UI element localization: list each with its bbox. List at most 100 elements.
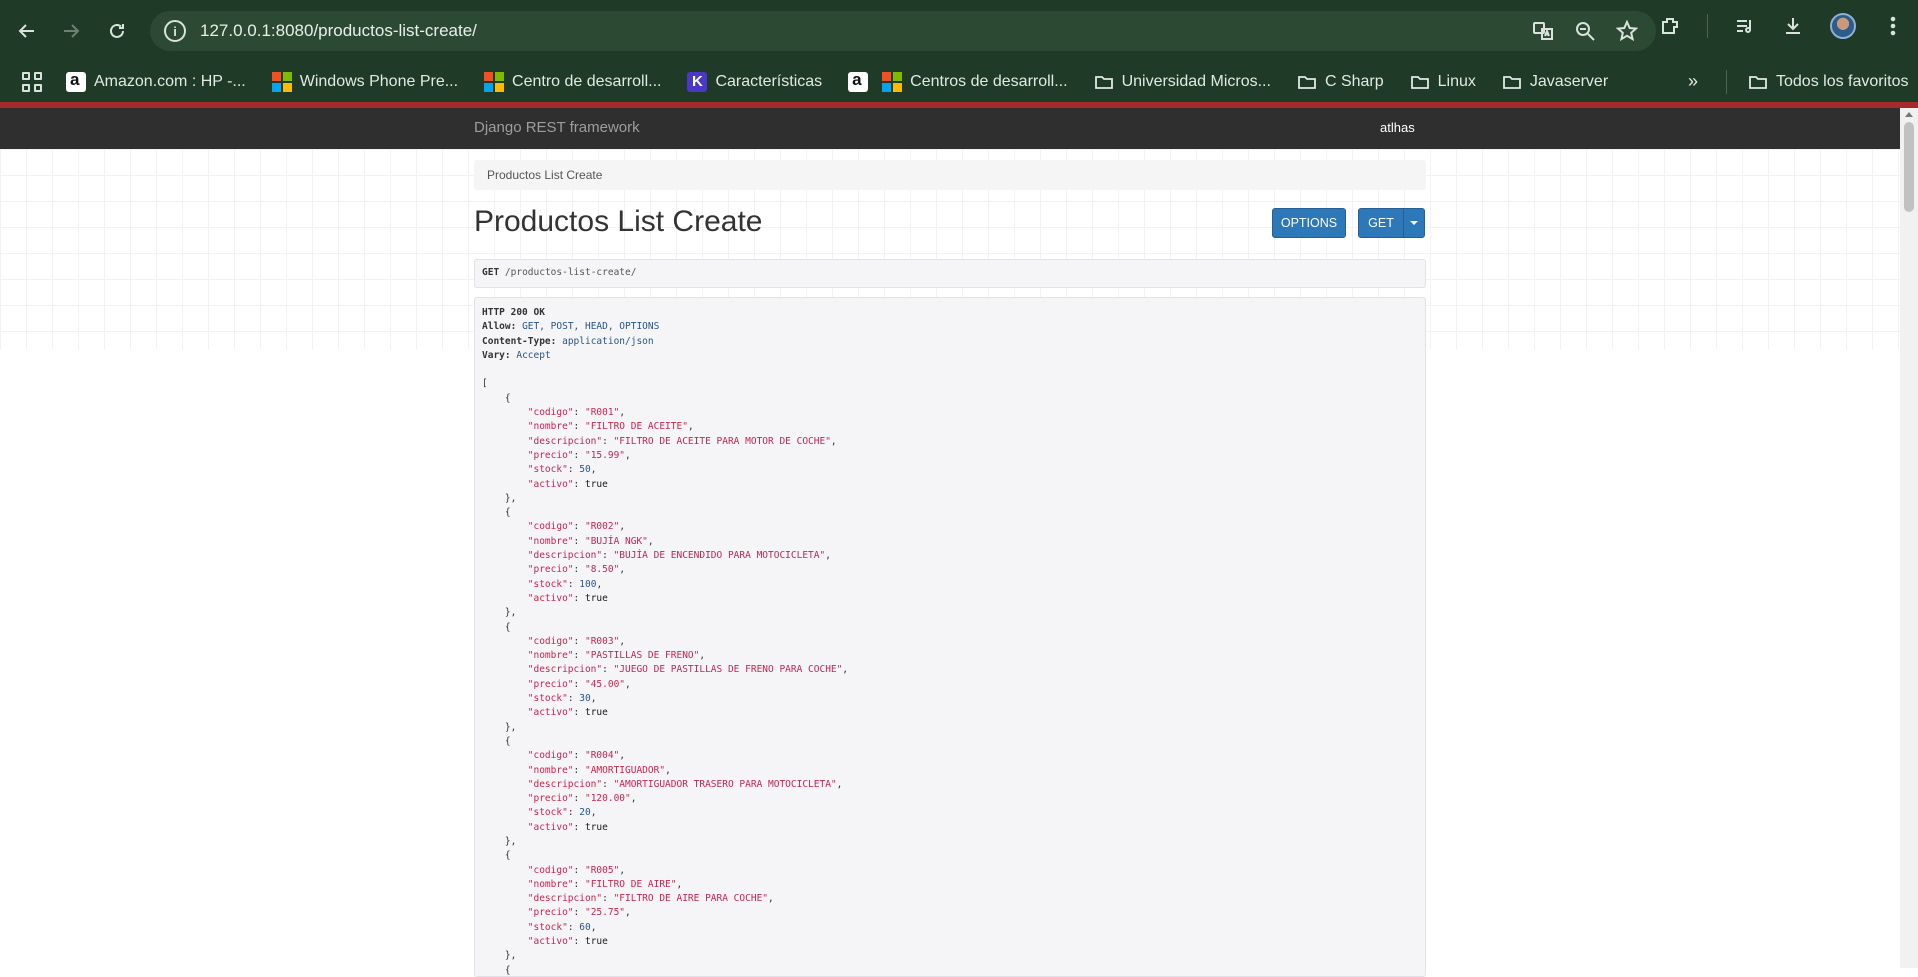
back-button[interactable] (9, 13, 45, 49)
extensions-icon[interactable] (1659, 15, 1681, 37)
json-field-stock: "stock": 20, (527, 807, 597, 819)
bookmark-amazon[interactable] (848, 70, 869, 92)
json-field-precio: "precio": "15.99", (527, 449, 631, 461)
json-field-precio: "precio": "8.50", (527, 564, 626, 576)
translate-icon[interactable] (1532, 20, 1554, 42)
reload-icon (110, 23, 124, 38)
folder-icon (1502, 72, 1522, 92)
json-field-nombre: "nombre": "FILTRO DE ACEITE", (527, 421, 694, 433)
header-value: application/json (562, 335, 654, 347)
request-info: GET /productos-list-create/ (474, 259, 1426, 288)
json-field-nombre: "nombre": "AMORTIGUADOR", (527, 764, 671, 776)
bookmark-all-favorites[interactable]: Todos los favoritos (1748, 72, 1909, 92)
bookmarks-divider (1726, 70, 1727, 94)
bookmark-label: Amazon.com : HP -... (94, 73, 246, 90)
response-json-body: [ { "codigo": "R001", "nombre": "FILTRO … (482, 377, 1418, 976)
options-button[interactable]: OPTIONS (1272, 208, 1346, 238)
bookmark-label: Windows Phone Pre... (299, 73, 459, 90)
profile-avatar[interactable] (1830, 13, 1856, 39)
json-field-activo: "activo": true (527, 707, 608, 719)
json-field-precio: "precio": "120.00", (527, 793, 637, 805)
json-field-codigo: "codigo": "R003", (527, 635, 626, 647)
json-field-descripcion: "descripcion": "BUJÍA DE ENCENDIDO PARA … (527, 550, 831, 562)
amazon-icon (66, 70, 86, 92)
json-field-stock: "stock": 60, (527, 921, 597, 933)
header-name: Vary: (482, 349, 511, 361)
response-info: HTTP 200 OK Allow: GET, POST, HEAD, OPTI… (474, 297, 1426, 977)
bookmarks-bar: Amazon.com : HP -... Windows Phone Pre..… (0, 62, 1918, 102)
json-field-stock: "stock": 50, (527, 464, 597, 476)
breadcrumb-item[interactable]: Productos List Create (487, 168, 602, 182)
json-field-activo: "activo": true (527, 592, 608, 604)
drf-navbar: Django REST framework atlhas (0, 108, 1900, 149)
bookmark-centro-desarrollo[interactable]: Centro de desarroll... (484, 72, 661, 92)
media-queue-icon[interactable] (1734, 15, 1756, 37)
json-object-open: { (482, 392, 511, 404)
json-field-codigo: "codigo": "R002", (527, 521, 626, 533)
bookmark-centros-desarrollo[interactable]: Centros de desarroll... (882, 72, 1068, 92)
forward-arrow-icon (64, 24, 80, 38)
drf-brand-link[interactable]: Django REST framework (474, 119, 640, 136)
json-field-precio: "precio": "45.00", (527, 678, 631, 690)
address-bar[interactable]: i 127.0.0.1:8080/productos-list-create/ (150, 11, 1656, 51)
bookmark-star-icon[interactable] (1616, 20, 1638, 42)
site-info-icon[interactable]: i (164, 20, 186, 42)
microsoft-icon (882, 72, 903, 92)
json-object-open: { (482, 850, 511, 862)
bookmark-folder-universidad[interactable]: Universidad Micros... (1094, 72, 1271, 92)
json-field-descripcion: "descripcion": "AMORTIGUADOR TRASERO PAR… (527, 778, 843, 790)
bookmark-folder-csharp[interactable]: C Sharp (1297, 72, 1384, 92)
json-field-nombre: "nombre": "PASTILLAS DE FRENO", (527, 650, 706, 662)
forward-button[interactable] (53, 13, 89, 49)
json-object-open: { (482, 735, 511, 747)
bookmark-folder-javaserver[interactable]: Javaserver (1502, 72, 1608, 92)
folder-icon (1748, 72, 1768, 92)
download-icon[interactable] (1782, 15, 1804, 37)
json-object-close: }, (482, 835, 517, 847)
json-object-close: }, (482, 492, 517, 504)
scrollbar-thumb[interactable] (1904, 122, 1914, 212)
reload-button[interactable] (99, 13, 135, 49)
scroll-up-icon[interactable] (1905, 112, 1913, 117)
apps-grid-icon[interactable] (22, 72, 42, 92)
user-menu[interactable]: atlhas (1380, 120, 1415, 135)
browser-toolbar: i 127.0.0.1:8080/productos-list-create/ (0, 0, 1918, 62)
bookmark-label: Linux (1437, 73, 1476, 90)
k-icon: K (687, 72, 708, 92)
json-open-bracket: [ (482, 378, 488, 390)
bookmark-label: C Sharp (1324, 73, 1384, 90)
json-object-close: }, (482, 607, 517, 619)
bookmark-label: Características (715, 73, 823, 90)
header-name: Allow: (482, 321, 517, 333)
back-arrow-icon (18, 24, 34, 38)
menu-kebab-icon[interactable] (1882, 15, 1904, 37)
json-field-codigo: "codigo": "R004", (527, 750, 626, 762)
bookmark-caracteristicas[interactable]: K Características (687, 72, 822, 92)
bookmarks-overflow-icon[interactable]: » (1688, 71, 1698, 92)
header-value: GET, POST, HEAD, OPTIONS (522, 321, 660, 333)
bookmark-label: Todos los favoritos (1776, 73, 1909, 90)
url-text[interactable]: 127.0.0.1:8080/productos-list-create/ (200, 21, 477, 41)
microsoft-icon (484, 72, 505, 92)
json-object-open: { (482, 507, 511, 519)
zoom-icon[interactable] (1574, 20, 1596, 42)
folder-icon (1297, 72, 1317, 92)
folder-icon (1094, 72, 1114, 92)
bookmark-label: Centro de desarroll... (512, 73, 662, 90)
amazon-icon (848, 70, 869, 92)
json-field-codigo: "codigo": "R001", (527, 407, 626, 419)
json-field-activo: "activo": true (527, 936, 608, 948)
json-field-codigo: "codigo": "R005", (527, 864, 626, 876)
page-scrollbar[interactable] (1900, 108, 1918, 968)
json-object-open: { (482, 621, 511, 633)
bookmark-windows-phone[interactable]: Windows Phone Pre... (271, 72, 459, 92)
breadcrumb: Productos List Create (474, 160, 1426, 190)
bookmark-folder-linux[interactable]: Linux (1410, 72, 1476, 92)
json-field-activo: "activo": true (527, 821, 608, 833)
get-format-dropdown[interactable] (1403, 208, 1425, 238)
get-button[interactable]: GET (1358, 208, 1404, 238)
json-object-close: }, (482, 721, 517, 733)
request-method: GET (482, 267, 500, 278)
bookmark-amazon-hp[interactable]: Amazon.com : HP -... (66, 70, 246, 92)
main-content: Productos List Create Productos List Cre… (474, 160, 1426, 977)
